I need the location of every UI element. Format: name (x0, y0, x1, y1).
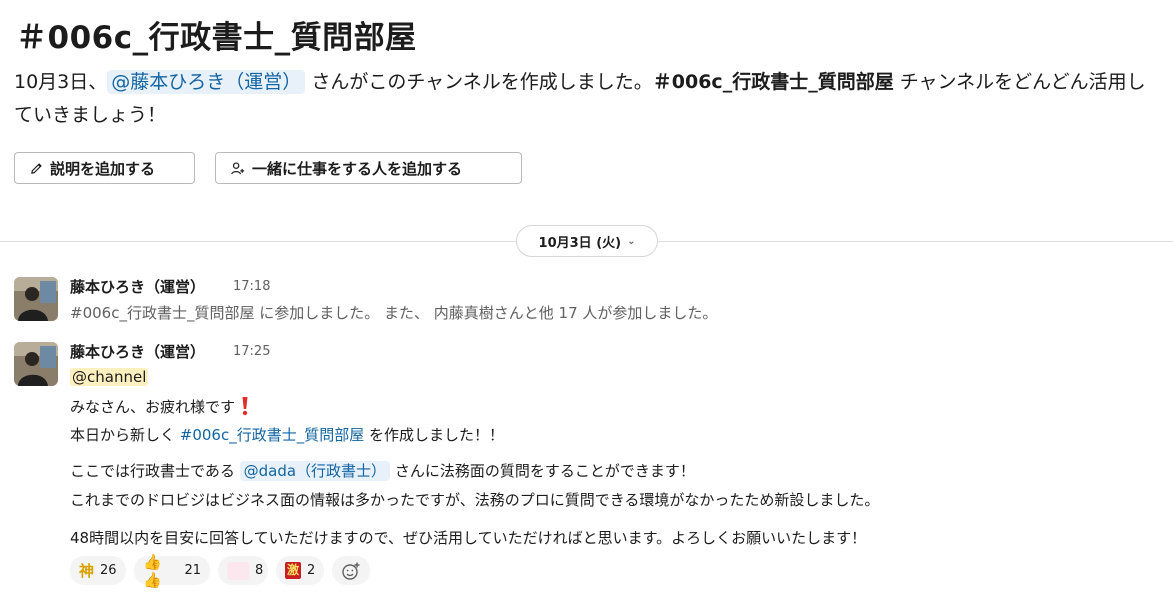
add-reaction-button[interactable] (332, 556, 370, 585)
user-mention[interactable]: @dada（行政書士） (239, 461, 391, 481)
date-divider-button[interactable]: 10月3日 (火) ⌄ (516, 225, 658, 257)
add-emoji-icon (342, 562, 360, 580)
message-line-closing: 48時間以内を目安に回答していただけますので、ぜひ活用していただければと思います… (70, 529, 867, 547)
add-people-label: 一緒に仕事をする人を追加する (252, 159, 463, 178)
reaction-count: 26 (100, 563, 117, 578)
reaction-gekiatsu[interactable]: 激 2 (276, 556, 324, 585)
channel-intro: 10月3日、 @藤本ひろき（運営） さんがこのチャンネルを作成しました。＃006c… (14, 66, 1159, 132)
reaction-count: 8 (255, 563, 264, 578)
avatar[interactable] (14, 277, 58, 321)
chevron-down-icon: ⌄ (627, 235, 636, 247)
reaction-count: 21 (184, 563, 201, 578)
channel-link[interactable]: #006c_行政書士_質問部屋 (180, 426, 364, 444)
channel-mention-line: @channel (70, 368, 149, 386)
reaction-kami[interactable]: 神 26 (70, 556, 126, 585)
gekiatsu-emoji-icon: 激 (285, 562, 301, 579)
avatar[interactable] (14, 342, 58, 386)
channel-mention[interactable]: @channel (70, 368, 149, 386)
add-person-icon (231, 161, 245, 174)
message-author[interactable]: 藤本ひろき（運営） (70, 276, 205, 297)
pencil-icon (31, 162, 42, 174)
channel-title: ＃006c_行政書士_質問部屋 (16, 20, 417, 56)
intro-channel-name: ＃006c_行政書士_質問部屋 (652, 71, 894, 93)
message-line-greeting: みなさん、お疲れ様です (70, 396, 250, 417)
message-line-background: これまでのドロビジはビジネス面の情報は多かったですが、法務のプロに質問できる環境… (70, 491, 880, 509)
greeting-text: みなさん、お疲れ様です (70, 398, 236, 416)
created-post-text: を作成しました！！ (364, 426, 505, 444)
date-label: 10月3日 (火) (538, 235, 622, 251)
purpose-pre-text: ここでは行政書士である (70, 462, 240, 480)
arigatou-emoji-icon (227, 561, 249, 580)
join-notice: #006c_行政書士_質問部屋 に参加しました。 また、 内藤真樹さんと他 17… (70, 304, 718, 322)
reaction-arigatou[interactable]: 8 (218, 556, 268, 585)
message-author[interactable]: 藤本ひろき（運営） (70, 341, 205, 362)
add-description-label: 説明を追加する (50, 159, 156, 178)
intro-date: 10月3日、 (14, 71, 108, 93)
add-people-button[interactable]: 一緒に仕事をする人を追加する (215, 152, 522, 184)
created-pre-text: 本日から新しく (70, 426, 180, 444)
message-timestamp[interactable]: 17:18 (233, 279, 270, 294)
reaction-count: 2 (307, 563, 316, 578)
kami-emoji-icon: 神 (79, 562, 95, 580)
exclamation-icon (242, 397, 248, 416)
message-line-purpose: ここでは行政書士である @dada（行政書士） さんに法務面の質問をすることがで… (70, 460, 695, 481)
arigatou-emoji-icon (227, 561, 249, 580)
intro-mid-text: さんがこのチャンネルを作成しました。 (305, 71, 653, 93)
message-line-created: 本日から新しく #006c_行政書士_質問部屋 を作成しました！！ (70, 424, 504, 445)
add-description-button[interactable]: 説明を追加する (14, 152, 195, 184)
message-timestamp[interactable]: 17:25 (233, 344, 270, 359)
purpose-post-text: さんに法務面の質問をすることができます！ (390, 462, 695, 480)
thumbs-up-icon: 👍👍 (143, 552, 162, 589)
reaction-thumbs-up[interactable]: 👍👍 21 (134, 553, 210, 589)
gekiatsu-emoji-icon: 激 (285, 562, 301, 579)
creator-mention[interactable]: @藤本ひろき（運営） (107, 70, 306, 94)
